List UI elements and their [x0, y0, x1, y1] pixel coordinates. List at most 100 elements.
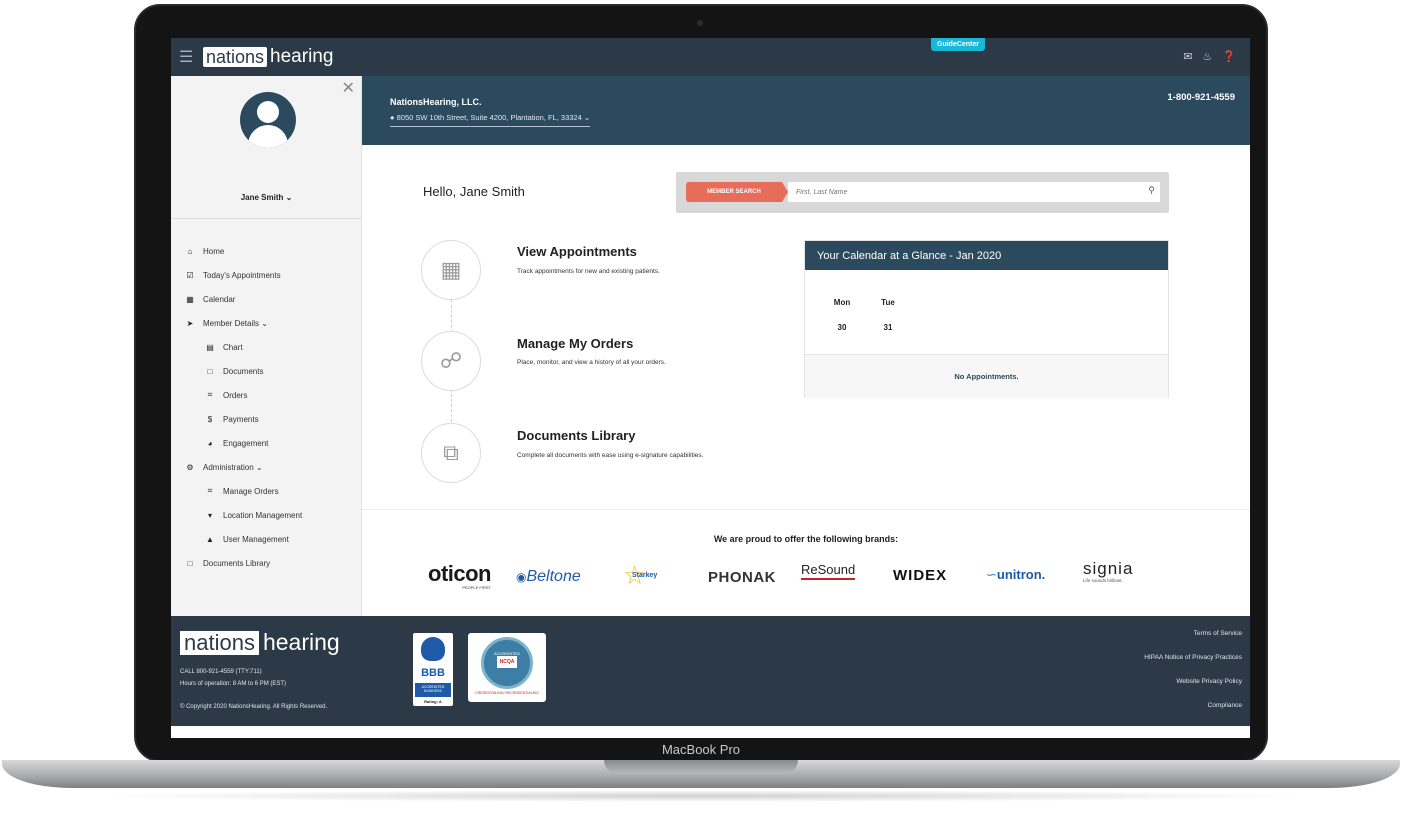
bbb-badge[interactable]: BBB ACCREDITED BUSINESS Rating: A: [413, 633, 453, 706]
brand-tagline: Life sounds brilliant.: [1083, 578, 1123, 583]
sidebar-item-administration[interactable]: ⚙ Administration ⌄: [171, 455, 362, 479]
brand-logo-oticon: oticon PEOPLE FIRST: [428, 563, 492, 591]
bbb-rating: Rating: A: [424, 699, 442, 704]
sidebar-item-home[interactable]: ⌂ Home: [171, 239, 362, 263]
user-icon: ▲: [206, 534, 214, 544]
brand-logo-signia: signia Life sounds brilliant.: [1083, 559, 1134, 584]
sidebar-item-documents-library[interactable]: □ Documents Library: [171, 551, 362, 575]
ncqa-badge[interactable]: ACCREDITED NCQA CREDENTIALING/ RECREDENT…: [468, 633, 546, 702]
calendar-title: Your Calendar at a Glance - Jan 2020: [805, 241, 1168, 270]
brand-logo-phonak: PHONAK: [708, 569, 776, 587]
close-icon[interactable]: ✕: [342, 78, 355, 98]
member-search-button[interactable]: MEMBER SEARCH: [686, 182, 782, 202]
avatar[interactable]: [240, 92, 296, 148]
app-screen: ☰ nations hearing GuideCenter ✉ ♨ ❓ ✕ Ja…: [171, 38, 1250, 738]
app-logo[interactable]: nations hearing: [203, 46, 333, 68]
sidebar-item-chart[interactable]: ▤ Chart: [171, 335, 362, 359]
sidebar-item-member-details[interactable]: ➤ Member Details ⌄: [171, 311, 362, 335]
company-name: NationsHearing, LLC.: [390, 97, 482, 107]
cogs-icon: ⚙: [186, 462, 194, 472]
footer-logo[interactable]: nations hearing: [180, 629, 340, 656]
sidebar-item-label: User Management: [223, 534, 289, 544]
laptop-shadow: [90, 790, 1312, 802]
bbb-accredited: ACCREDITED BUSINESS: [415, 683, 451, 697]
calendar-day: Tue: [881, 298, 895, 307]
sidebar-item-documents[interactable]: □ Documents: [171, 359, 362, 383]
brand-name: Starkey: [632, 572, 658, 579]
brand-name: signia: [1083, 559, 1134, 578]
terms-link[interactable]: Terms of Service: [1144, 630, 1242, 654]
address-dropdown[interactable]: ● 8050 SW 10th Street, Suite 4200, Plant…: [390, 113, 591, 127]
sidebar-item-payments[interactable]: $ Payments: [171, 407, 362, 431]
bell-icon[interactable]: ♨: [1202, 50, 1212, 63]
dollar-icon: $: [207, 414, 213, 424]
brands-title: We are proud to offer the following bran…: [713, 534, 899, 544]
footer-hours: Hours of operation: 8 AM to 6 PM (EST): [180, 681, 287, 687]
privacy-link[interactable]: Website Privacy Policy: [1144, 678, 1242, 702]
brand-name: unitron.: [996, 567, 1046, 582]
sidebar-item-label: Chart: [223, 342, 243, 352]
sidebar-item-manage-orders[interactable]: ⌗ Manage Orders: [171, 479, 362, 503]
mail-icon[interactable]: ✉: [1183, 50, 1192, 63]
guide-center-button[interactable]: GuideCenter: [931, 38, 986, 51]
hipaa-link[interactable]: HIPAA Notice of Privacy Practices: [1144, 654, 1242, 678]
cart-check-icon[interactable]: ☍: [421, 331, 481, 391]
documents-icon[interactable]: ⧉: [421, 423, 481, 483]
avatar-body: [248, 125, 288, 148]
help-icon[interactable]: ❓: [1222, 50, 1236, 63]
sidebar-item-user-management[interactable]: ▲ User Management: [171, 527, 362, 551]
chart-pie-icon: ◕: [207, 438, 213, 448]
top-bar: ☰ nations hearing GuideCenter ✉ ♨ ❓: [171, 38, 1250, 76]
device-label: MacBook Pro: [661, 742, 741, 757]
brands-divider: [362, 509, 1250, 510]
calendar-check-icon: ☑: [186, 270, 194, 280]
sidebar-item-today-s-appointments[interactable]: ☑ Today's Appointments: [171, 263, 362, 287]
user-name-dropdown[interactable]: Jane Smith ⌄: [171, 193, 362, 202]
device-stage: ☰ nations hearing GuideCenter ✉ ♨ ❓ ✕ Ja…: [0, 0, 1402, 818]
sidebar-item-label: Home: [203, 246, 225, 256]
calendar-date[interactable]: 30: [830, 323, 854, 332]
documents-library-link[interactable]: Documents Library: [517, 428, 635, 443]
no-appointments-text: No Appointments.: [805, 354, 1168, 398]
ncqa-name: NCQA: [497, 656, 517, 668]
sidebar-item-calendar[interactable]: ▦ Calendar: [171, 287, 362, 311]
manage-orders-desc: Place, monitor, and view a history of al…: [517, 359, 666, 366]
location-header: NationsHearing, LLC. ● 8050 SW 10th Stre…: [362, 76, 1250, 145]
logo-box: nations: [203, 47, 268, 67]
top-icons: ✉ ♨ ❓: [1183, 50, 1236, 63]
cart-icon: ⌗: [207, 390, 213, 399]
member-search-input[interactable]: [788, 182, 1160, 202]
calendar-day: Mon: [833, 298, 851, 307]
brand-name: ReSound: [801, 562, 856, 580]
sidebar-item-label: Orders: [223, 390, 248, 400]
bbb-text: BBB: [421, 667, 445, 679]
document-icon: □: [187, 558, 193, 568]
footer: nations hearing CALL 800-921-4559 (TTY:7…: [171, 616, 1250, 726]
cart-arrow-icon: ⌗: [207, 486, 213, 495]
calendar-days: Mon Tue: [830, 298, 900, 307]
map-pin-icon: ●: [390, 113, 395, 122]
view-appointments-desc: Track appointments for new and existing …: [517, 268, 660, 275]
brand-logo-resound: ReSound: [801, 562, 856, 580]
sidebar-item-location-management[interactable]: ▾ Location Management: [171, 503, 362, 527]
calendar-date[interactable]: 31: [876, 323, 900, 332]
member-search: MEMBER SEARCH ⚲: [676, 172, 1169, 213]
footer-logo-text: hearing: [262, 629, 340, 655]
sidebar-item-orders[interactable]: ⌗ Orders: [171, 383, 362, 407]
brand-logo-beltone: ◉Beltone: [516, 568, 581, 586]
manage-orders-link[interactable]: Manage My Orders: [517, 336, 633, 351]
brand-name: Beltone: [526, 568, 581, 585]
map-pin-icon: ▾: [207, 510, 212, 520]
phone-number[interactable]: 1-800-921-4559: [1167, 92, 1235, 103]
sidebar-item-engagement[interactable]: ◕ Engagement: [171, 431, 362, 455]
home-icon: ⌂: [187, 246, 193, 256]
footer-copyright: © Copyright 2020 NationsHearing. All Rig…: [180, 704, 328, 710]
view-appointments-link[interactable]: View Appointments: [517, 244, 637, 259]
compliance-link[interactable]: Compliance: [1144, 702, 1242, 726]
hamburger-menu-icon[interactable]: ☰: [179, 47, 193, 67]
search-icon[interactable]: ⚲: [1148, 185, 1155, 196]
brand-logo-widex: WIDEX: [893, 567, 947, 585]
address-text: 8050 SW 10th Street, Suite 4200, Plantat…: [396, 113, 591, 122]
calendar-icon[interactable]: ▦: [421, 240, 481, 300]
sidebar-item-label: Documents: [223, 366, 264, 376]
